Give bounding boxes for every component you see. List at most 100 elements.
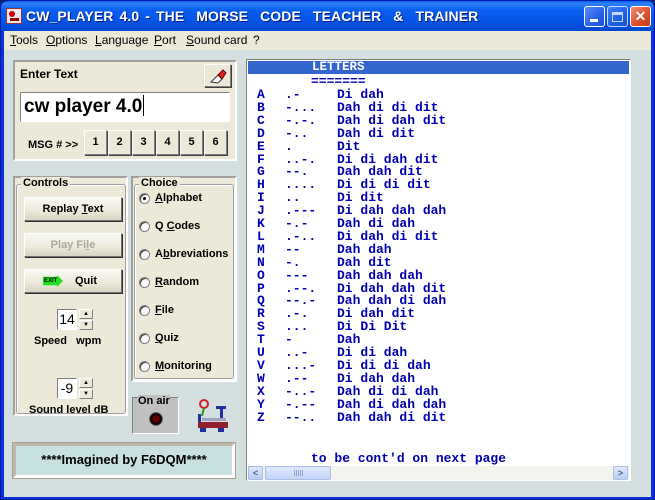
morse-code: --..: [285, 409, 317, 425]
radio-button[interactable]: [139, 277, 150, 288]
controls-label: Controls: [21, 177, 71, 189]
speed-up-button[interactable]: ▲: [79, 309, 93, 319]
speed-field[interactable]: 14: [57, 309, 77, 330]
play-file-button[interactable]: Play File: [24, 233, 122, 257]
morse-letter: C: [257, 112, 265, 128]
choice-label: Choice: [139, 177, 180, 189]
radio-button[interactable]: [139, 305, 150, 316]
morse-code: .--: [285, 370, 309, 386]
app-window: CW_PLAYER 4.0 - THE MORSE CODE TEACHER &…: [0, 0, 655, 500]
menu-port[interactable]: Port: [154, 33, 176, 47]
enter-text-panel: Enter Text cw player 4.0 MSG # >> 1 2 3 …: [13, 60, 237, 161]
msg-button-6[interactable]: 6: [204, 130, 227, 155]
credit-banner: ****Imagined by F6DQM****: [13, 443, 235, 478]
on-air-indicator: On air: [132, 395, 179, 434]
sound-down-button[interactable]: ▼: [79, 389, 93, 399]
sound-level-label: Sound level dB: [29, 404, 109, 416]
menu-bar: Tools Options Language Port Sound card ?: [4, 31, 651, 50]
erase-button[interactable]: [204, 64, 231, 87]
morse-words: Dah dah dah: [337, 267, 423, 283]
morse-letter: Z: [257, 409, 265, 425]
morse-letter: M: [257, 241, 265, 257]
choice-panel: Choice Alphabet Q Codes Abbreviations Ra…: [131, 176, 237, 382]
msg-label: MSG # >>: [28, 139, 79, 151]
morse-words: Dah di di dah: [337, 383, 439, 399]
continued-note: to be cont'd on next page: [311, 451, 507, 466]
pane-header: LETTERS: [248, 61, 629, 74]
radio-button[interactable]: [139, 193, 150, 204]
eraser-icon: [209, 69, 227, 84]
msg-button-4[interactable]: 4: [156, 130, 179, 155]
text-caret: [143, 95, 145, 116]
menu-tools[interactable]: Tools: [10, 33, 38, 47]
radio-button[interactable]: [139, 221, 150, 232]
morse-table: ======= A .- Di dah B -... Dah di di dit C -.-.…: [257, 75, 506, 465]
radio-button[interactable]: [139, 333, 150, 344]
menu-sound-card[interactable]: Sound card: [186, 33, 247, 47]
menu-options[interactable]: Options: [46, 33, 87, 47]
morse-words: Di dah di dit: [337, 228, 439, 244]
morse-text-pane[interactable]: LETTERS ======= A .- Di dah B -... Dah di di …: [246, 59, 631, 481]
morse-letter: V: [257, 357, 265, 373]
morse-words: Dah di dit: [337, 125, 416, 141]
morse-letter: X: [257, 383, 265, 399]
radio-button[interactable]: [139, 361, 150, 372]
morse-letter: B: [257, 99, 265, 115]
arrow-down-icon: ▼: [83, 322, 89, 328]
horizontal-scrollbar[interactable]: < >: [248, 466, 629, 480]
grip-icon: [294, 470, 303, 476]
maximize-button[interactable]: [607, 6, 628, 27]
chevron-right-icon: >: [617, 468, 624, 478]
replay-text-button[interactable]: Replay Text: [24, 197, 122, 221]
menu-help[interactable]: ?: [253, 33, 260, 47]
morse-words: Dah di dah dit: [337, 112, 447, 128]
app-icon[interactable]: [6, 8, 22, 24]
scroll-thumb[interactable]: [265, 466, 331, 480]
text-input[interactable]: cw player 4.0: [20, 92, 230, 122]
morse-words: Dit: [337, 138, 361, 154]
window-title: CW_PLAYER 4.0 - THE MORSE CODE TEACHER &…: [26, 8, 479, 24]
morse-words: Dah di di dit: [337, 99, 439, 115]
morse-code: -..: [285, 125, 309, 141]
morse-letter: N: [257, 254, 265, 270]
msg-button-5[interactable]: 5: [180, 130, 203, 155]
radio-station-icon: [198, 399, 228, 432]
morse-words: Di di di dah: [337, 357, 431, 373]
menu-language[interactable]: Language: [95, 33, 148, 47]
quit-label: Quit: [75, 275, 97, 287]
sound-up-button[interactable]: ▲: [79, 378, 93, 388]
morse-code: ---: [285, 267, 309, 283]
radio-button[interactable]: [139, 249, 150, 260]
morse-letter: Y: [257, 396, 265, 412]
close-button[interactable]: ✕: [630, 6, 651, 27]
scroll-left-button[interactable]: <: [248, 466, 263, 480]
msg-button-3[interactable]: 3: [132, 130, 155, 155]
speed-label: Speed wpm: [34, 335, 102, 347]
morse-code: .: [285, 138, 293, 154]
msg-button-2[interactable]: 2: [108, 130, 131, 155]
pane-header-title: LETTERS: [312, 60, 365, 74]
quit-button[interactable]: EXIT Quit: [24, 269, 122, 293]
morse-code: -..-: [285, 383, 317, 399]
arrow-up-icon: ▲: [83, 380, 89, 386]
morse-words: Dah dah di dit: [337, 409, 447, 425]
minimize-button[interactable]: [584, 6, 605, 27]
msg-button-1[interactable]: 1: [84, 130, 107, 155]
morse-words: Dah di dah dah: [337, 396, 447, 412]
morse-code: .-..: [285, 228, 317, 244]
morse-code: -.: [285, 254, 301, 270]
sound-level-field[interactable]: -9: [57, 378, 77, 399]
client-area: Tools Options Language Port Sound card ?…: [4, 31, 651, 497]
morse-words: Dah dit: [337, 254, 392, 270]
title-bar[interactable]: CW_PLAYER 4.0 - THE MORSE CODE TEACHER &…: [1, 1, 654, 31]
speed-down-button[interactable]: ▼: [79, 320, 93, 330]
morse-code: ...-: [285, 357, 317, 373]
exit-icon: EXIT: [43, 275, 63, 287]
scroll-right-button[interactable]: >: [613, 466, 628, 480]
morse-words: Dah dah: [337, 241, 392, 257]
morse-letter: D: [257, 125, 265, 141]
close-icon: ✕: [634, 8, 647, 24]
morse-letter: E: [257, 138, 265, 154]
arrow-up-icon: ▲: [83, 311, 89, 317]
morse-letter: W: [257, 370, 265, 386]
